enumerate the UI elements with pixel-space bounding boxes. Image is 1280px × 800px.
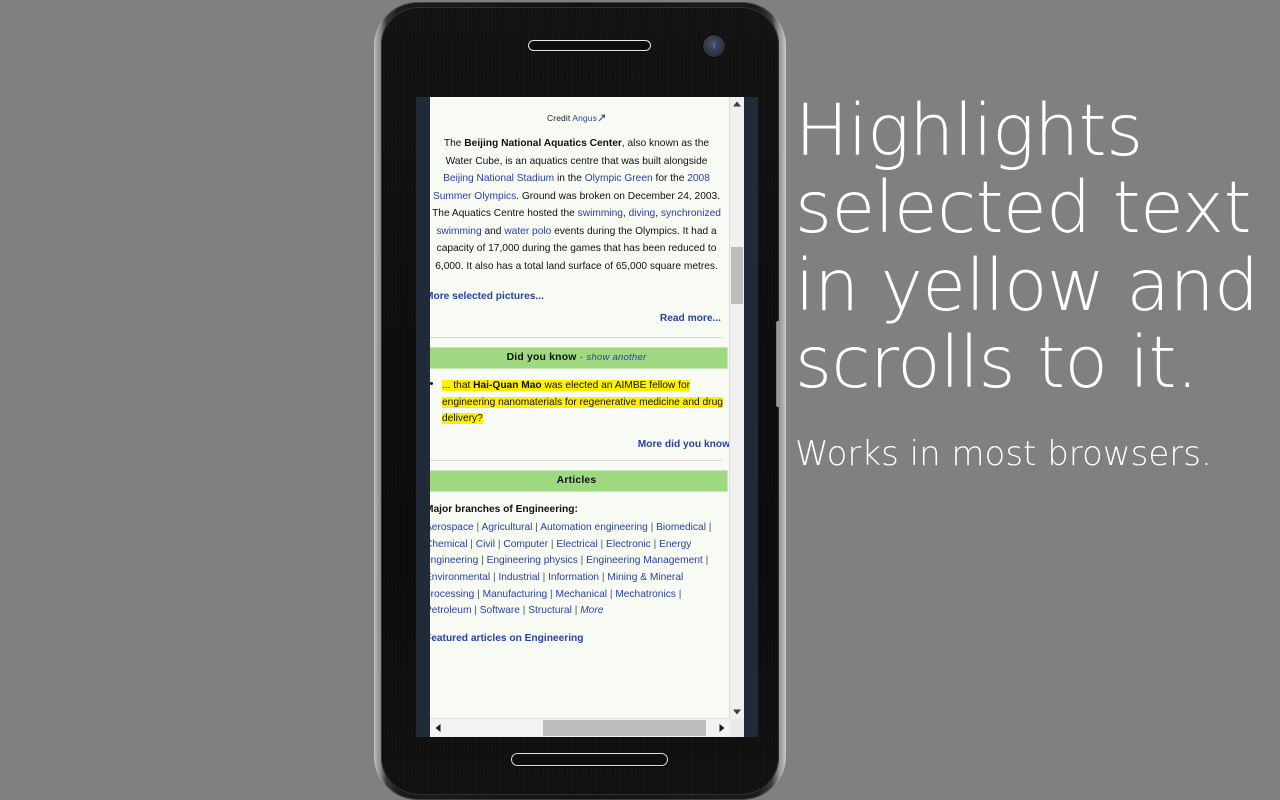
- horizontal-scrollbar-thumb[interactable]: [543, 720, 706, 736]
- branch-link[interactable]: Chemical: [430, 539, 467, 550]
- bottom-speaker-icon: [511, 753, 668, 766]
- branches-label: Major branches of Engineering:: [430, 503, 578, 515]
- branch-separator: |: [539, 571, 549, 583]
- more-did-you-know-link[interactable]: More did you know: [430, 439, 730, 450]
- branch-separator: |: [702, 555, 709, 567]
- branch-separator: |: [647, 522, 657, 534]
- lead-segment-1: Beijing National Aquatics Center: [464, 138, 622, 149]
- articles-body: Major branches of Engineering: Aerospace…: [430, 502, 728, 647]
- scrollbar-corner: [730, 719, 744, 737]
- branch-separator: |: [705, 522, 712, 534]
- chevron-down-icon: [733, 709, 741, 715]
- highlighted-selection: ... that Hai-Quan Mao was elected an AIM…: [442, 380, 723, 425]
- branch-link[interactable]: Information: [548, 572, 599, 583]
- branch-separator: |: [577, 555, 587, 567]
- branch-separator: |: [474, 588, 483, 600]
- branch-separator: |: [471, 605, 480, 617]
- branch-link[interactable]: Engineering Management: [586, 555, 703, 566]
- chevron-left-icon: [435, 724, 441, 732]
- phone-body: Credit Angus The Beijing National Aquati…: [381, 7, 779, 795]
- did-you-know-header: Did you know · show another: [430, 347, 728, 370]
- branches-more-link[interactable]: More: [580, 605, 603, 616]
- branch-link[interactable]: Agricultural: [481, 522, 532, 533]
- articles-title: Articles: [556, 474, 597, 486]
- lead-segment-6: for the: [652, 173, 688, 185]
- horizontal-scrollbar[interactable]: [430, 718, 730, 737]
- screen-bezel-right: [744, 97, 758, 737]
- branch-link[interactable]: Mechanical: [555, 589, 607, 600]
- caption-headline: Highlights selected text in yellow and s…: [795, 89, 1259, 405]
- branch-separator: |: [650, 538, 660, 550]
- lead-segment-5[interactable]: Olympic Green: [585, 173, 653, 184]
- did-you-know-item: ... that Hai-Quan Mao was elected an AIM…: [430, 378, 728, 428]
- credit-author-link[interactable]: Angus: [572, 113, 597, 123]
- show-another-link[interactable]: show another: [586, 352, 646, 363]
- branch-link[interactable]: Engineering physics: [487, 555, 578, 566]
- branch-link[interactable]: Environmental: [430, 572, 490, 583]
- caption-block: Highlights selected text in yellow and s…: [795, 92, 1265, 474]
- branch-separator: |: [597, 538, 607, 550]
- scroll-left-button[interactable]: [430, 719, 446, 737]
- branch-separator: |: [478, 555, 487, 567]
- vertical-scrollbar[interactable]: [729, 97, 744, 719]
- branch-separator: |: [571, 605, 581, 617]
- branch-link[interactable]: Structural: [528, 605, 572, 616]
- branch-separator: |: [467, 538, 476, 550]
- front-camera-icon: [703, 35, 725, 57]
- web-page-viewport[interactable]: Credit Angus The Beijing National Aquati…: [430, 97, 730, 719]
- more-links-row: More selected pictures... Read more...: [430, 289, 721, 327]
- did-you-know-title: Did you know: [506, 352, 577, 364]
- header-separator: ·: [576, 352, 587, 364]
- lead-segment-0: The: [443, 138, 465, 149]
- dyk-prefix: ... that: [442, 380, 474, 392]
- branch-link[interactable]: Automation engineering: [540, 522, 648, 533]
- phone-device: Credit Angus The Beijing National Aquati…: [374, 2, 786, 800]
- phone-screen[interactable]: Credit Angus The Beijing National Aquati…: [430, 97, 744, 737]
- branch-link[interactable]: Software: [480, 605, 520, 616]
- web-page-content: Credit Angus The Beijing National Aquati…: [430, 97, 730, 647]
- more-selected-pictures-link[interactable]: More selected pictures...: [430, 289, 545, 306]
- screen-bezel-left: [416, 97, 430, 737]
- branch-link-list: Aerospace | Agricultural | Automation en…: [430, 520, 728, 619]
- lead-segment-11[interactable]: diving: [629, 208, 656, 219]
- credit-line: Credit Angus: [430, 97, 730, 123]
- featured-articles-link[interactable]: Featured articles on Engineering: [430, 631, 728, 648]
- scroll-right-button[interactable]: [714, 719, 730, 737]
- branch-link[interactable]: Electrical: [556, 539, 597, 550]
- lead-segment-9[interactable]: swimming: [578, 208, 623, 219]
- lead-segment-4: in the: [554, 173, 585, 185]
- scroll-down-button[interactable]: [730, 705, 744, 719]
- branch-link[interactable]: Civil: [476, 539, 495, 550]
- lead-segment-14: and: [481, 225, 505, 237]
- caption-subline: Works in most browsers.: [795, 433, 1212, 474]
- external-link-icon: [598, 114, 606, 122]
- lead-segment-3[interactable]: Beijing National Stadium: [443, 173, 554, 184]
- branch-link[interactable]: Computer: [503, 539, 548, 550]
- branch-link[interactable]: Manufacturing: [483, 589, 548, 600]
- branch-link[interactable]: Petroleum: [430, 605, 471, 616]
- read-more-link[interactable]: Read more...: [660, 311, 721, 328]
- branch-link[interactable]: Electronic: [606, 539, 651, 550]
- section-divider-2: [430, 459, 722, 461]
- lead-paragraph: The Beijing National Aquatics Center, al…: [432, 135, 721, 275]
- branch-separator: |: [675, 588, 682, 600]
- bullet-icon: [430, 382, 433, 386]
- scroll-up-button[interactable]: [730, 97, 744, 111]
- branch-link[interactable]: Mechatronics: [615, 589, 676, 600]
- credit-label: Credit: [547, 113, 571, 123]
- dyk-subject-link[interactable]: Hai-Quan Mao: [473, 380, 542, 391]
- chevron-up-icon: [733, 101, 741, 107]
- branch-link[interactable]: Aerospace: [430, 522, 474, 533]
- section-divider: [430, 337, 722, 339]
- branch-link[interactable]: Industrial: [498, 572, 539, 583]
- earpiece-speaker-icon: [528, 40, 651, 51]
- volume-rocker-button[interactable]: [776, 321, 779, 407]
- lead-segment-15[interactable]: water polo: [504, 226, 551, 237]
- articles-header: Articles: [430, 469, 728, 492]
- branch-link[interactable]: Biomedical: [656, 522, 706, 533]
- vertical-scrollbar-thumb[interactable]: [731, 247, 743, 304]
- chevron-right-icon: [719, 724, 725, 732]
